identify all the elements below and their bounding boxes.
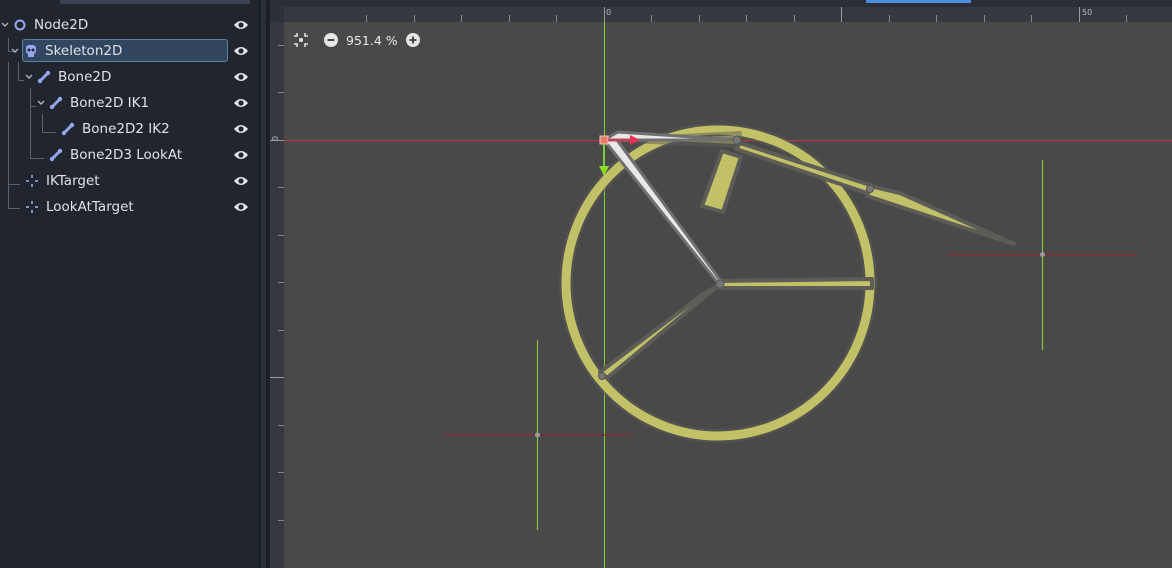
visibility-eye-icon[interactable] <box>233 45 249 57</box>
bone-joint <box>715 279 725 289</box>
tree-item-label: Skeleton2D <box>45 43 123 59</box>
tree-guide <box>30 88 31 158</box>
bone-icon <box>48 147 64 163</box>
chevron-down-icon[interactable] <box>24 72 34 82</box>
tree-item-iktarget[interactable]: IKTarget <box>24 169 100 193</box>
zoom-level[interactable]: 951.4 % <box>346 33 398 48</box>
tree-item-label: LookAtTarget <box>46 199 134 215</box>
tree-item-label: Bone2D <box>58 69 112 85</box>
canvas-viewport[interactable]: 0 50 0 951.4 % <box>270 0 1172 568</box>
lookattarget-crosshair <box>947 160 1137 350</box>
chevron-down-icon[interactable] <box>0 20 10 30</box>
position2d-icon <box>24 173 40 189</box>
tree-item-label: Node2D <box>34 17 89 33</box>
bone-joint <box>732 135 742 145</box>
tree-item-skeleton2d[interactable]: Skeleton2D <box>10 39 122 63</box>
ruler-highlight <box>866 0 971 3</box>
bone-joint <box>598 372 606 380</box>
panel-scrollbar[interactable] <box>60 0 250 4</box>
splitter-grip[interactable] <box>261 0 266 568</box>
tree-item-label: Bone2D3 LookAt <box>70 147 183 163</box>
tree-guide <box>18 62 19 80</box>
skeleton-skull-icon <box>23 43 39 59</box>
bone-shape <box>718 277 874 290</box>
tree-item-node2d[interactable]: Node2D <box>0 13 88 37</box>
ruler-ticks <box>270 45 284 521</box>
bone-icon <box>60 121 76 137</box>
scene-canvas[interactable] <box>270 0 1172 568</box>
tree-item-bone2d-ik1[interactable]: Bone2D IK1 <box>36 91 149 115</box>
visibility-eye-icon[interactable] <box>233 71 249 83</box>
visibility-eye-icon[interactable] <box>233 201 249 213</box>
zoom-in-icon[interactable] <box>404 31 422 49</box>
visibility-eye-icon[interactable] <box>233 19 249 31</box>
horizontal-ruler[interactable]: 0 50 <box>270 0 1172 22</box>
tree-guide <box>30 158 44 159</box>
zoom-controls: 951.4 % <box>292 30 422 50</box>
bone-shape <box>598 283 721 380</box>
tree-item-label: IKTarget <box>46 173 100 189</box>
chevron-down-icon[interactable] <box>10 46 20 56</box>
tree-item-lookattarget[interactable]: LookAtTarget <box>24 195 134 219</box>
vertical-ruler[interactable]: 0 <box>270 22 284 568</box>
center-view-icon[interactable] <box>292 31 310 49</box>
selected-bone-shape <box>602 134 722 285</box>
ruler-corner <box>270 7 284 22</box>
tree-guide <box>8 208 20 209</box>
tree-item-bone2d2-ik2[interactable]: Bone2D2 IK2 <box>60 117 170 141</box>
node2d-circle-icon <box>12 17 28 33</box>
scene-tree-panel: Node2D Skeleton2D Bone2D Bone2D IK1 Bone… <box>0 0 258 568</box>
position2d-icon <box>24 199 40 215</box>
visibility-eye-icon[interactable] <box>233 123 249 135</box>
visibility-eye-icon[interactable] <box>233 175 249 187</box>
tree-guide <box>42 132 56 133</box>
tree-guide <box>8 62 9 208</box>
visibility-eye-icon[interactable] <box>233 97 249 109</box>
tree-item-label: Bone2D2 IK2 <box>82 121 170 137</box>
bone-shape <box>700 149 743 214</box>
panel-splitter[interactable] <box>258 0 270 568</box>
zoom-out-icon[interactable] <box>322 31 340 49</box>
tree-guide <box>42 114 43 132</box>
bone-icon <box>36 69 52 85</box>
tree-item-bone2d3-lookat[interactable]: Bone2D3 LookAt <box>48 143 182 167</box>
bone-joint <box>866 185 874 193</box>
bone-shape <box>865 184 1016 246</box>
tree-guide <box>8 184 20 185</box>
tree-guide <box>8 38 9 52</box>
visibility-eye-icon[interactable] <box>233 149 249 161</box>
ruler-ticks <box>366 7 1127 22</box>
chevron-down-icon[interactable] <box>36 98 46 108</box>
tree-item-label: Bone2D IK1 <box>70 95 150 111</box>
tree-item-bone2d[interactable]: Bone2D <box>24 65 111 89</box>
bone-icon <box>48 95 64 111</box>
